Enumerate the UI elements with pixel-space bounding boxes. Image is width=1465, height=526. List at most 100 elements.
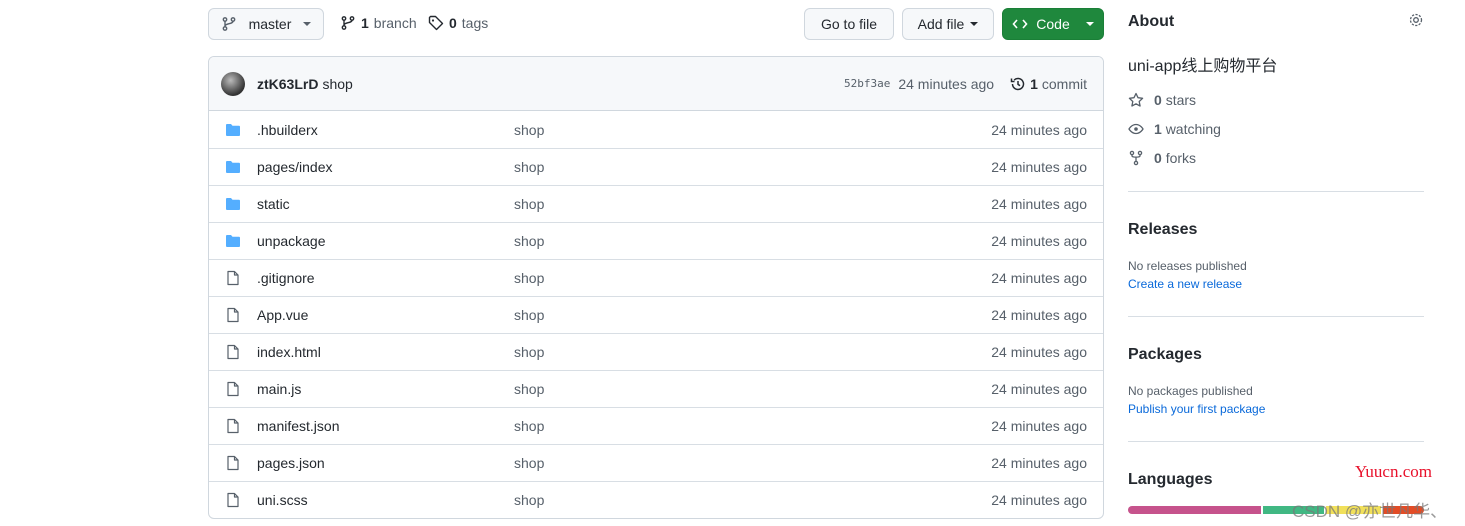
file-icon	[225, 381, 241, 397]
commit-count-label: commit	[1041, 75, 1087, 92]
file-browser: ztK63LrD shop 52bf3ae 24 minutes ago 1 co…	[208, 56, 1104, 519]
file-name-link[interactable]: main.js	[257, 381, 514, 397]
branches-link[interactable]: 1 branch	[340, 15, 417, 31]
releases-title[interactable]: Releases	[1128, 221, 1197, 239]
divider	[1128, 316, 1424, 317]
folder-icon	[225, 196, 241, 212]
avatar[interactable]	[221, 71, 245, 96]
commit-message-link[interactable]: shop	[514, 196, 991, 212]
caret-down-icon	[303, 22, 312, 26]
file-row[interactable]: uni.scss shop 24 minutes ago	[209, 481, 1103, 518]
file-row[interactable]: unpackage shop 24 minutes ago	[209, 222, 1103, 259]
file-icon	[225, 344, 241, 360]
file-name-link[interactable]: unpackage	[257, 233, 514, 249]
file-icon	[225, 492, 241, 508]
tag-count: 0	[449, 15, 457, 31]
watermark-site: Yuucn.com	[1355, 462, 1432, 481]
forks-link[interactable]: 0 forks	[1128, 143, 1424, 172]
file-name-link[interactable]: App.vue	[257, 307, 514, 323]
file-age: 24 minutes ago	[991, 418, 1087, 434]
forks-count: 0	[1154, 149, 1162, 166]
file-name-link[interactable]: .hbuilderx	[257, 122, 514, 138]
code-icon	[1012, 19, 1028, 29]
commit-message-link[interactable]: shop	[514, 455, 991, 471]
git-branch-icon	[222, 17, 235, 31]
file-icon	[225, 418, 241, 434]
file-row[interactable]: main.js shop 24 minutes ago	[209, 370, 1103, 407]
tag-label: tags	[461, 15, 489, 31]
about-title: About	[1128, 13, 1175, 30]
packages-empty: No packages published	[1128, 384, 1253, 398]
create-release-link[interactable]: Create a new release	[1128, 277, 1242, 291]
file-row[interactable]: manifest.json shop 24 minutes ago	[209, 407, 1103, 444]
add-file-button[interactable]: Add file	[902, 8, 994, 40]
latest-commit-bar: ztK63LrD shop 52bf3ae 24 minutes ago 1 co…	[209, 57, 1103, 111]
file-name-link[interactable]: uni.scss	[257, 492, 514, 508]
file-icon	[225, 270, 241, 286]
file-name-link[interactable]: static	[257, 196, 514, 212]
watermark-csdn: CSDN @亦世凡华、	[1292, 502, 1448, 521]
caret-down-icon	[1085, 22, 1094, 26]
file-name-link[interactable]: pages/index	[257, 159, 514, 175]
repo-description: uni-app线上购物平台	[1128, 58, 1278, 75]
file-row[interactable]: static shop 24 minutes ago	[209, 185, 1103, 222]
commit-message-link[interactable]: shop	[514, 270, 991, 286]
file-age: 24 minutes ago	[991, 381, 1087, 397]
fork-icon	[1129, 150, 1143, 165]
branch-select-button[interactable]: master	[208, 8, 324, 40]
forks-label: forks	[1165, 149, 1197, 166]
commit-message-link[interactable]: shop	[514, 159, 991, 175]
file-name-link[interactable]: pages.json	[257, 455, 514, 471]
watching-link[interactable]: 1 watching	[1128, 114, 1424, 143]
packages-title[interactable]: Packages	[1128, 346, 1202, 364]
file-row[interactable]: index.html shop 24 minutes ago	[209, 333, 1103, 370]
commit-age: 24 minutes ago	[898, 75, 995, 92]
folder-icon	[225, 233, 241, 249]
commits-link[interactable]: 1 commit	[1010, 76, 1087, 92]
file-age: 24 minutes ago	[991, 121, 1087, 138]
stars-label: stars	[1165, 91, 1197, 108]
commit-author[interactable]: ztK63LrD	[257, 76, 318, 92]
commit-message-link[interactable]: shop	[514, 344, 991, 360]
commit-count: 1	[1030, 75, 1038, 92]
file-row[interactable]: .hbuilderx shop 24 minutes ago	[209, 111, 1103, 148]
file-name-link[interactable]: manifest.json	[257, 418, 514, 434]
file-row[interactable]: pages/index shop 24 minutes ago	[209, 148, 1103, 185]
go-to-file-button[interactable]: Go to file	[804, 8, 894, 40]
tags-link[interactable]: 0 tags	[428, 15, 488, 31]
eye-icon	[1128, 123, 1144, 134]
language-segment[interactable]	[1128, 506, 1262, 514]
gear-icon[interactable]	[1408, 12, 1424, 28]
commit-message-link[interactable]: shop	[514, 122, 991, 138]
code-label: Code	[1036, 16, 1070, 32]
watching-count: 1	[1154, 120, 1162, 137]
caret-down-icon	[970, 22, 979, 26]
languages-title: Languages	[1128, 471, 1213, 488]
file-age: 24 minutes ago	[991, 270, 1087, 286]
commit-message[interactable]: shop	[322, 76, 352, 92]
tag-icon	[428, 15, 444, 31]
commit-message-link[interactable]: shop	[514, 381, 991, 397]
commit-message-link[interactable]: shop	[514, 233, 991, 249]
go-to-file-label: Go to file	[820, 16, 878, 32]
file-name-link[interactable]: .gitignore	[257, 270, 514, 286]
file-age: 24 minutes ago	[991, 159, 1087, 175]
code-button[interactable]: Code	[1002, 8, 1104, 40]
commit-sha[interactable]: 52bf3ae	[844, 77, 890, 90]
stars-link[interactable]: 0 stars	[1128, 85, 1424, 114]
file-age: 24 minutes ago	[991, 233, 1087, 249]
commit-message-link[interactable]: shop	[514, 492, 991, 508]
publish-package-link[interactable]: Publish your first package	[1128, 402, 1265, 416]
file-row[interactable]: App.vue shop 24 minutes ago	[209, 296, 1103, 333]
file-row[interactable]: pages.json shop 24 minutes ago	[209, 444, 1103, 481]
branch-label: branch	[373, 15, 417, 31]
commit-message-link[interactable]: shop	[514, 307, 991, 323]
stars-count: 0	[1154, 91, 1162, 108]
file-name-link[interactable]: index.html	[257, 344, 514, 360]
folder-icon	[225, 122, 241, 138]
file-row[interactable]: .gitignore shop 24 minutes ago	[209, 259, 1103, 296]
commit-message-link[interactable]: shop	[514, 418, 991, 434]
releases-empty: No releases published	[1128, 259, 1247, 273]
git-branch-icon	[341, 16, 355, 30]
divider	[1128, 191, 1424, 192]
